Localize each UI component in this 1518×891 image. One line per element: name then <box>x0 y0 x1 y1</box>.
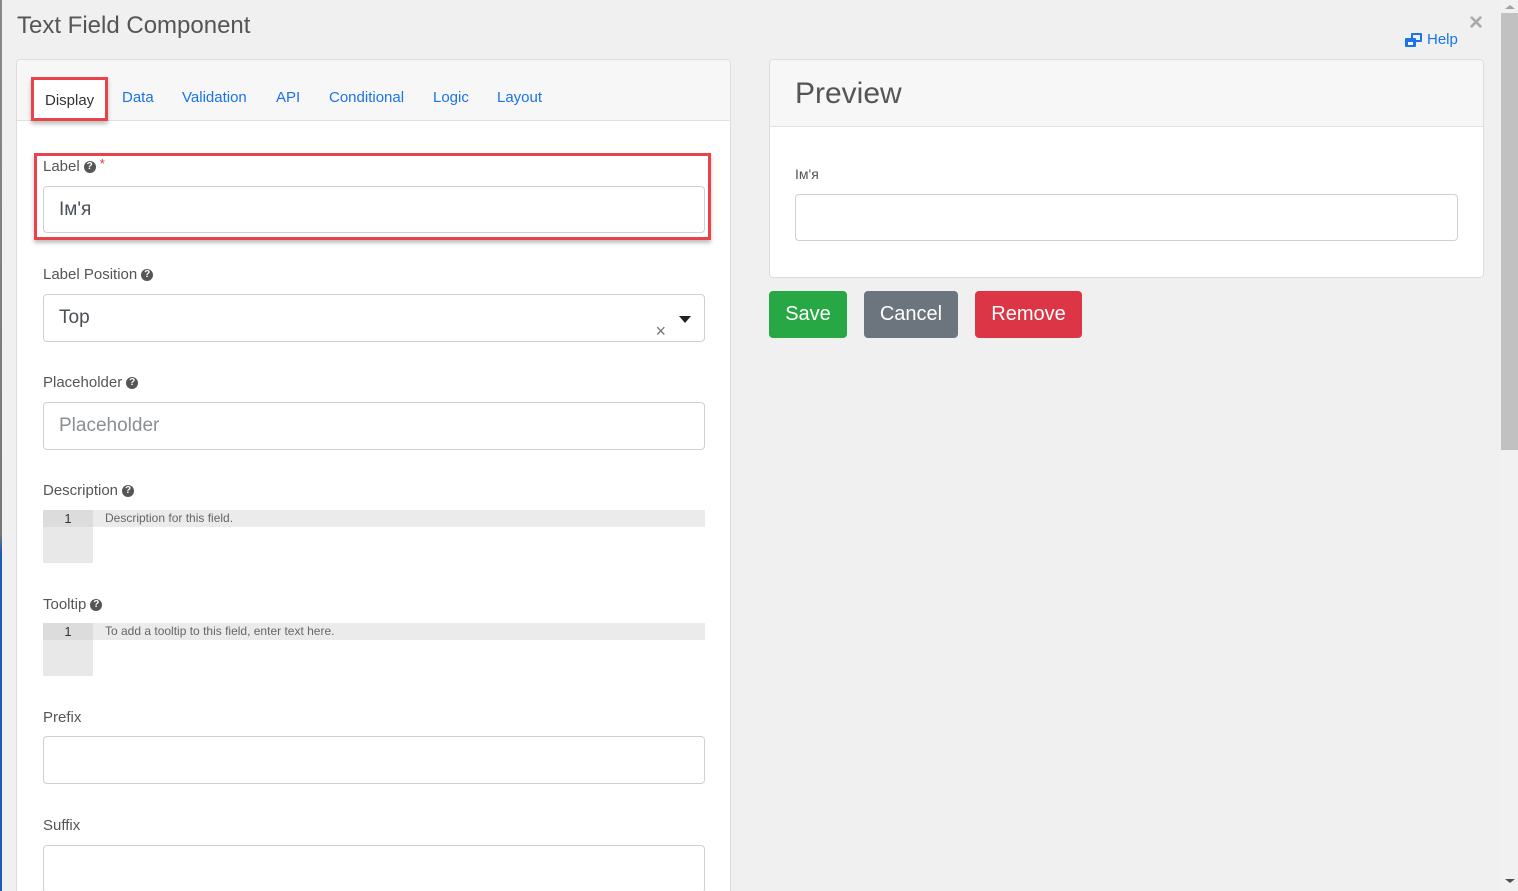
description-editor[interactable]: 1 Description for this field. <box>43 510 705 563</box>
preview-field-input[interactable] <box>795 194 1458 241</box>
question-circle-icon[interactable]: ? <box>126 376 139 389</box>
save-button[interactable]: Save <box>769 291 847 338</box>
question-circle-icon[interactable]: ? <box>141 268 154 281</box>
tooltip-text: To add a tooltip to this field, enter te… <box>93 623 705 640</box>
tab-logic[interactable]: Logic <box>433 89 469 106</box>
tooltip-editor[interactable]: 1 To add a tooltip to this field, enter … <box>43 623 705 676</box>
tab-bar: Display Data Validation API Conditional … <box>17 60 730 121</box>
preview-field-label: Ім'я <box>795 166 819 182</box>
help-link[interactable]: Help <box>1405 31 1458 48</box>
tooltip-label: Tooltip ? <box>43 596 103 613</box>
question-circle-icon[interactable]: ? <box>122 484 135 497</box>
placeholder-label: Placeholder ? <box>43 374 139 391</box>
vertical-scrollbar[interactable] <box>1500 0 1518 891</box>
question-circle-icon[interactable]: ? <box>90 598 103 611</box>
close-button[interactable]: × <box>1465 11 1487 35</box>
line-number: 1 <box>43 623 93 640</box>
tab-conditional[interactable]: Conditional <box>329 89 404 106</box>
cancel-button[interactable]: Cancel <box>864 291 958 338</box>
label-field-label: Label ? * <box>43 156 105 175</box>
description-text: Description for this field. <box>93 510 705 527</box>
clear-icon[interactable]: × <box>655 308 666 354</box>
label-position-label: Label Position ? <box>43 266 154 283</box>
tab-display[interactable]: Display <box>31 77 108 121</box>
label-position-value: Top <box>59 307 90 328</box>
prefix-input[interactable] <box>43 736 705 784</box>
remove-button[interactable]: Remove <box>975 291 1082 338</box>
label-position-select[interactable]: Top × <box>43 294 705 342</box>
tab-api[interactable]: API <box>276 89 300 106</box>
suffix-label: Suffix <box>43 817 81 834</box>
tab-layout[interactable]: Layout <box>497 89 542 106</box>
prefix-label: Prefix <box>43 709 82 726</box>
scrollbar-thumb[interactable] <box>1501 13 1518 450</box>
preview-title: Preview <box>770 60 1483 127</box>
label-input[interactable] <box>43 186 705 233</box>
placeholder-input[interactable] <box>43 402 705 450</box>
settings-panel: Display Data Validation API Conditional … <box>16 59 731 891</box>
external-link-icon <box>1405 32 1423 47</box>
line-number: 1 <box>43 510 93 527</box>
tab-validation[interactable]: Validation <box>182 89 247 106</box>
question-circle-icon[interactable]: ? <box>83 160 96 173</box>
background-window-edge <box>0 0 2 891</box>
modal-title: Text Field Component <box>17 12 251 39</box>
scroll-down-arrow-icon[interactable] <box>1505 879 1515 883</box>
preview-panel: Preview Ім'я <box>769 59 1484 278</box>
caret-down-icon[interactable] <box>679 316 691 323</box>
help-label: Help <box>1427 31 1458 48</box>
suffix-input[interactable] <box>43 845 705 891</box>
description-label: Description ? <box>43 482 135 499</box>
scroll-up-arrow-icon[interactable] <box>1505 5 1515 9</box>
tab-data[interactable]: Data <box>122 89 154 106</box>
required-asterisk: * <box>99 156 105 171</box>
